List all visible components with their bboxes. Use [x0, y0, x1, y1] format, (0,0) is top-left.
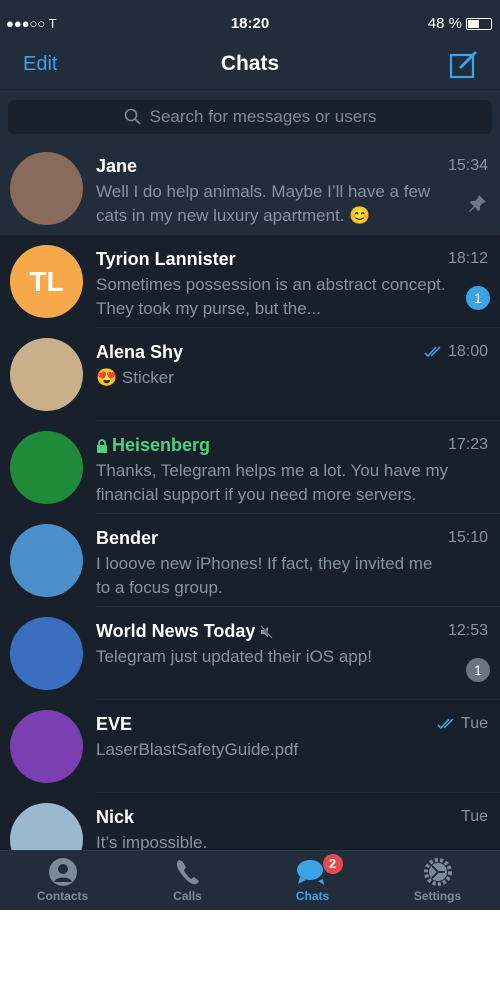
pin-icon — [469, 195, 486, 212]
chat-name: Alena Shy — [96, 342, 184, 362]
calls-icon — [176, 860, 199, 885]
chat-time: 18:00 — [447, 343, 488, 360]
double-check-icon — [437, 718, 454, 730]
status-bar: ●●●○○ T 18:20 48 % — [0, 0, 500, 44]
chat-row[interactable]: World News Today 12:53 Telegram just updat… — [0, 607, 500, 700]
chat-time-row: Tue — [461, 808, 488, 826]
chat-name: World News Today — [96, 621, 256, 641]
battery-icon — [466, 17, 492, 30]
chat-preview: Telegram just updated their iOS app! — [96, 647, 372, 666]
chat-name-row: Alena Shy — [96, 342, 183, 363]
avatar — [10, 152, 83, 225]
chat-time: 17:23 — [447, 436, 488, 453]
avatar — [10, 524, 83, 597]
muted-icon — [260, 624, 274, 639]
tab-calls[interactable]: Calls — [125, 851, 250, 910]
search-placeholder: Search for messages or users — [149, 107, 377, 126]
chat-name-row: Bender — [96, 528, 158, 549]
tab-settings[interactable]: Settings — [375, 851, 500, 910]
chat-name: Heisenberg — [112, 435, 211, 455]
chat-preview: Thanks, Telegram helps me a lot. You hav… — [96, 461, 449, 504]
chat-preview: LaserBlastSafetyGuide.pdf — [96, 740, 299, 759]
chat-name: Tyrion Lannister — [96, 249, 236, 269]
page-title: Chats — [220, 52, 280, 75]
tab-label: Calls — [173, 889, 202, 903]
clock: 18:20 — [230, 15, 270, 32]
chat-name-row: Heisenberg — [96, 435, 210, 456]
chat-name-row: World News Today — [96, 621, 274, 642]
lock-icon — [97, 438, 107, 453]
tab-chats[interactable]: Chats 2 — [250, 851, 375, 910]
chat-time-row: Tue — [437, 715, 488, 733]
tab-badge: 2 — [322, 854, 343, 874]
unread-badge: 1 — [466, 286, 490, 310]
chat-name: Bender — [96, 528, 159, 548]
chat-time: 15:34 — [447, 157, 488, 174]
avatar — [10, 431, 83, 504]
tab-label: Contacts — [36, 889, 89, 903]
chat-time: Tue — [461, 715, 488, 732]
double-check-icon — [424, 346, 441, 358]
unread-badge: 1 — [466, 658, 490, 682]
settings-icon — [423, 858, 452, 886]
chat-name: Nick — [96, 807, 135, 827]
chat-name-row: EVE — [96, 714, 132, 735]
contacts-icon — [48, 858, 77, 886]
tab-label: Settings — [413, 889, 462, 903]
chat-time-row: 17:23 — [448, 436, 488, 454]
chat-time-row: 18:12 — [448, 250, 488, 268]
chat-name-row: Tyrion Lannister — [96, 249, 236, 270]
chat-row[interactable]: Bender 15:10 I looove new iPhones! If fact… — [0, 514, 500, 607]
chat-row[interactable]: Heisenberg 17:23 Thanks, Telegram helps me… — [0, 421, 500, 514]
chat-row[interactable]: Alena Shy 18:00 😍 Sticker — [0, 328, 500, 421]
avatar — [10, 338, 83, 411]
chat-time-row: 18:00 — [424, 343, 488, 361]
avatar-initials: TL — [29, 265, 64, 297]
tab-label: Chats — [295, 889, 330, 903]
chat-time-row: 15:34 — [448, 157, 488, 175]
chat-preview: Well I do help animals. Maybe I’ll have … — [96, 182, 431, 225]
chat-time: Tue — [461, 808, 488, 825]
tab-contacts[interactable]: Contacts — [0, 851, 125, 910]
avatar — [10, 617, 83, 690]
search-input[interactable]: Search for messages or users — [8, 100, 492, 134]
search-icon — [124, 108, 141, 125]
chat-name: EVE — [96, 714, 133, 734]
chat-row[interactable]: EVE Tue LaserBlastSafetyGuide.pdf — [0, 700, 500, 793]
telegram-app: ●●●○○ T 18:20 48 % Edit Chats Search for… — [0, 0, 500, 910]
battery-percent: 48 % — [427, 15, 462, 32]
chat-name-row: Jane — [96, 156, 137, 177]
compose-icon[interactable] — [448, 48, 480, 80]
chat-row[interactable]: TL Tyrion Lannister 18:12 Sometimes possess… — [0, 235, 500, 328]
chat-time-row: 15:10 — [448, 529, 488, 547]
chat-name-row: Nick — [96, 807, 134, 828]
chat-time: 12:53 — [447, 622, 488, 639]
nav-bar: Edit Chats — [0, 44, 500, 90]
chat-preview: 😍 Sticker — [96, 368, 174, 387]
chat-row[interactable]: Jane 15:34 Well I do help animals. Maybe I… — [0, 142, 500, 235]
avatar — [10, 710, 83, 783]
tab-bar: Contacts Calls Chats 2 Settings — [0, 850, 500, 910]
avatar: TL — [10, 245, 83, 318]
chat-name: Jane — [96, 156, 138, 176]
chat-time: 15:10 — [447, 529, 488, 546]
chat-time: 18:12 — [447, 250, 488, 267]
chat-preview: I looove new iPhones! If fact, they invi… — [96, 554, 433, 597]
chat-time-row: 12:53 — [448, 622, 488, 640]
chat-preview: Sometimes possession is an abstract conc… — [96, 275, 446, 318]
